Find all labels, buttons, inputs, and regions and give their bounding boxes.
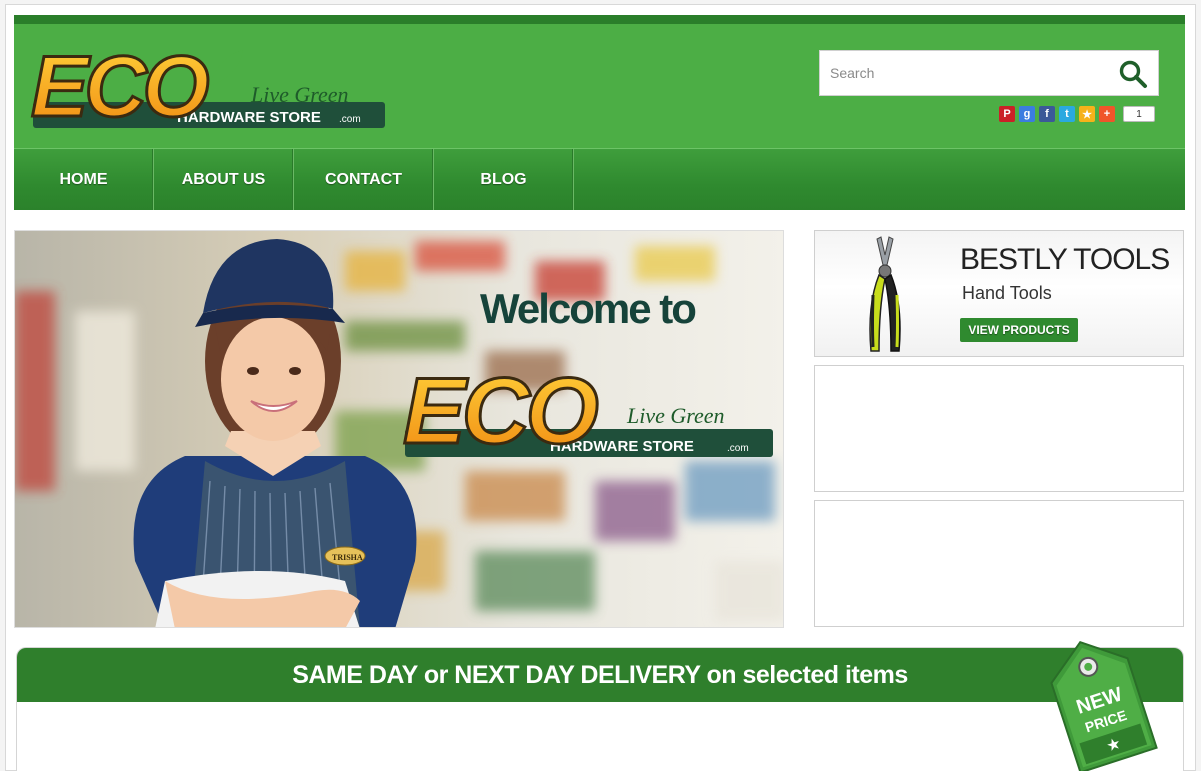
name-badge-text: TRISHA bbox=[332, 553, 363, 562]
svg-text:Live Green: Live Green bbox=[250, 82, 349, 107]
main-nav: HOME ABOUT US CONTACT BLOG bbox=[14, 148, 1185, 210]
social-share-bar: Pg f t ★ +1 bbox=[999, 106, 1155, 122]
sidebar-ad-slot-2 bbox=[814, 500, 1184, 627]
view-products-button[interactable]: VIEW PRODUCTS bbox=[960, 318, 1078, 342]
twitter-icon[interactable]: t bbox=[1059, 106, 1075, 122]
pliers-icon bbox=[869, 236, 901, 352]
svg-text:.com: .com bbox=[339, 114, 361, 125]
site-header: HARDWARE STORE .com ECO Live Green Pgft★… bbox=[14, 15, 1185, 148]
nav-item-home[interactable]: HOME bbox=[14, 149, 154, 210]
nav-item-blog[interactable]: BLOG bbox=[434, 149, 574, 210]
welcome-heading: Welcome to bbox=[480, 285, 696, 332]
pinterest-icon[interactable]: P bbox=[999, 106, 1015, 122]
hero-image: TRISHA Welcome to HARDWARE STORE .com EC… bbox=[15, 231, 783, 627]
site-logo[interactable]: HARDWARE STORE .com ECO Live Green bbox=[29, 26, 389, 136]
nav-item-about-us[interactable]: ABOUT US bbox=[154, 149, 294, 210]
facebook-icon[interactable]: f bbox=[1039, 106, 1055, 122]
google-plus-icon[interactable]: g bbox=[1019, 106, 1035, 122]
delivery-banner: SAME DAY or NEXT DAY DELIVERY on selecte… bbox=[17, 648, 1183, 702]
svg-text:ECO: ECO bbox=[403, 358, 598, 463]
svg-text:Live Green: Live Green bbox=[626, 403, 725, 428]
favorite-star-icon[interactable]: ★ bbox=[1079, 106, 1095, 122]
add-plus-icon[interactable]: + bbox=[1099, 106, 1115, 122]
nav-item-contact[interactable]: CONTACT bbox=[294, 149, 434, 210]
share-count-badge: 1 bbox=[1123, 106, 1155, 122]
search-box bbox=[819, 50, 1159, 96]
search-icon[interactable] bbox=[1118, 59, 1148, 89]
svg-text:.com: .com bbox=[727, 443, 749, 454]
svg-text:ECO: ECO bbox=[31, 39, 208, 135]
promo-subtitle: Hand Tools bbox=[962, 283, 1052, 303]
search-input[interactable] bbox=[820, 51, 1120, 95]
promo-title: BESTLY TOOLS bbox=[960, 243, 1170, 276]
promo-bestly-tools[interactable]: BESTLY TOOLS Hand Tools VIEW PRODUCTS bbox=[814, 230, 1184, 357]
sidebar-ad-slot-1 bbox=[814, 365, 1184, 492]
delivery-section: SAME DAY or NEXT DAY DELIVERY on selecte… bbox=[16, 647, 1184, 771]
hero-banner: TRISHA Welcome to HARDWARE STORE .com EC… bbox=[14, 230, 784, 628]
new-price-tag-icon: NEW PRICE ★ bbox=[1050, 640, 1158, 771]
